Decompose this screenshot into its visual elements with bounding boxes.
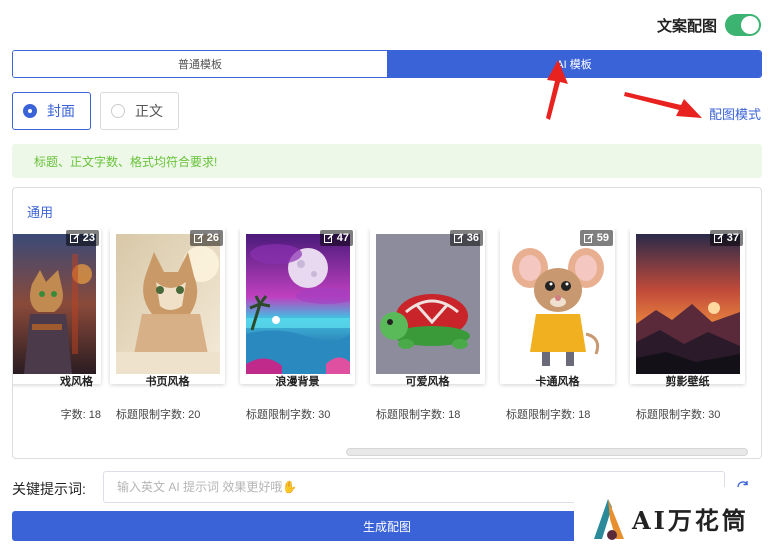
card-badge: 59 [579,230,613,246]
radio-body-label: 正文 [135,103,163,119]
card-badge-count: 37 [726,232,739,244]
card-badge-count: 59 [596,232,609,244]
radio-body-dot [111,104,125,118]
card-badge-count: 26 [206,232,219,244]
success-alert: 标题、正文字数、格式均符合要求! [12,144,762,178]
tab-normal-template[interactable]: 普通模板 [13,51,387,77]
keyword-label: 关键提示词: [12,481,86,497]
edit-icon [69,233,80,243]
card-badge: 47 [319,230,353,246]
text-image-switch[interactable] [725,14,761,36]
card-limit: 字数: 18 [60,409,101,421]
card-thumbnail [506,234,610,374]
card-thumbnail [376,234,480,374]
card-badge: 26 [189,230,223,246]
card-name: 剪影壁纸 [665,376,710,388]
card-limit: 标题限制字数: 18 [376,409,461,421]
horizontal-scrollbar[interactable] [346,448,748,456]
edit-icon [453,233,464,243]
template-tabs: 普通模板 AI 模板 [12,50,762,78]
template-panel: 通用 23 戏风格 字数: 18 26 书页风格 标题限制字数: 20 47 浪… [12,187,762,459]
switch-knob [741,16,759,34]
card-thumbnail [13,234,96,374]
card-limit: 标题限制字数: 30 [636,409,721,421]
kaleidoscope-logo-icon [594,499,624,540]
radio-body[interactable]: 正文 [100,92,179,130]
card-limit: 标题限制字数: 20 [116,409,201,421]
edit-icon [583,233,594,243]
template-card-game[interactable]: 23 戏风格 字数: 18 [13,228,101,421]
card-name: 浪漫背景 [275,376,320,388]
card-name: 可爱风格 [405,376,450,388]
annotation-arrow-right [624,92,702,118]
text-image-toggle-row: 文案配图 [657,14,761,36]
card-thumbnail [116,234,220,374]
card-badge: 23 [65,230,99,246]
edit-icon [193,233,204,243]
card-badge-count: 47 [336,232,349,244]
template-card-cartoon[interactable]: 59 卡通风格 标题限制字数: 18 [500,228,615,421]
edit-icon [323,233,334,243]
template-card-cute[interactable]: 36 可爱风格 标题限制字数: 18 [370,228,485,421]
watermark: AI万花筒 [574,487,771,549]
card-badge-count: 36 [466,232,479,244]
alert-text: 标题、正文字数、格式均符合要求! [34,154,218,169]
card-limit: 标题限制字数: 30 [246,409,331,421]
card-badge: 37 [709,230,743,246]
template-card-silhouette[interactable]: 37 剪影壁纸 标题限制字数: 30 [630,228,745,421]
template-card-romantic[interactable]: 47 浪漫背景 标题限制字数: 30 [240,228,355,421]
template-card-list[interactable]: 23 戏风格 字数: 18 26 书页风格 标题限制字数: 20 47 浪漫背景… [13,228,747,428]
card-name: 书页风格 [145,376,190,388]
edit-icon [713,233,724,243]
tab-ai-template[interactable]: AI 模板 [387,51,761,77]
annotation-arrow-up [546,60,568,120]
category-title: 通用 [27,205,54,220]
card-thumbnail [636,234,740,374]
template-card-book[interactable]: 26 书页风格 标题限制字数: 20 [110,228,225,421]
card-name: 戏风格 [60,376,93,388]
radio-cover[interactable]: 封面 [12,92,91,130]
card-name: 卡通风格 [535,376,580,388]
page: 文案配图 普通模板 AI 模板 封面 正文 配图模式 标题、正文字数、格式均符合… [0,0,771,549]
watermark-text: AI万花筒 [632,505,749,535]
toggle-label: 文案配图 [656,17,717,35]
card-badge: 36 [449,230,483,246]
card-badge-count: 23 [82,232,95,244]
radio-cover-dot [23,104,37,118]
image-mode-link[interactable]: 配图模式 [709,104,761,123]
radio-cover-label: 封面 [47,103,75,119]
card-thumbnail [246,234,350,374]
card-limit: 标题限制字数: 18 [506,409,591,421]
